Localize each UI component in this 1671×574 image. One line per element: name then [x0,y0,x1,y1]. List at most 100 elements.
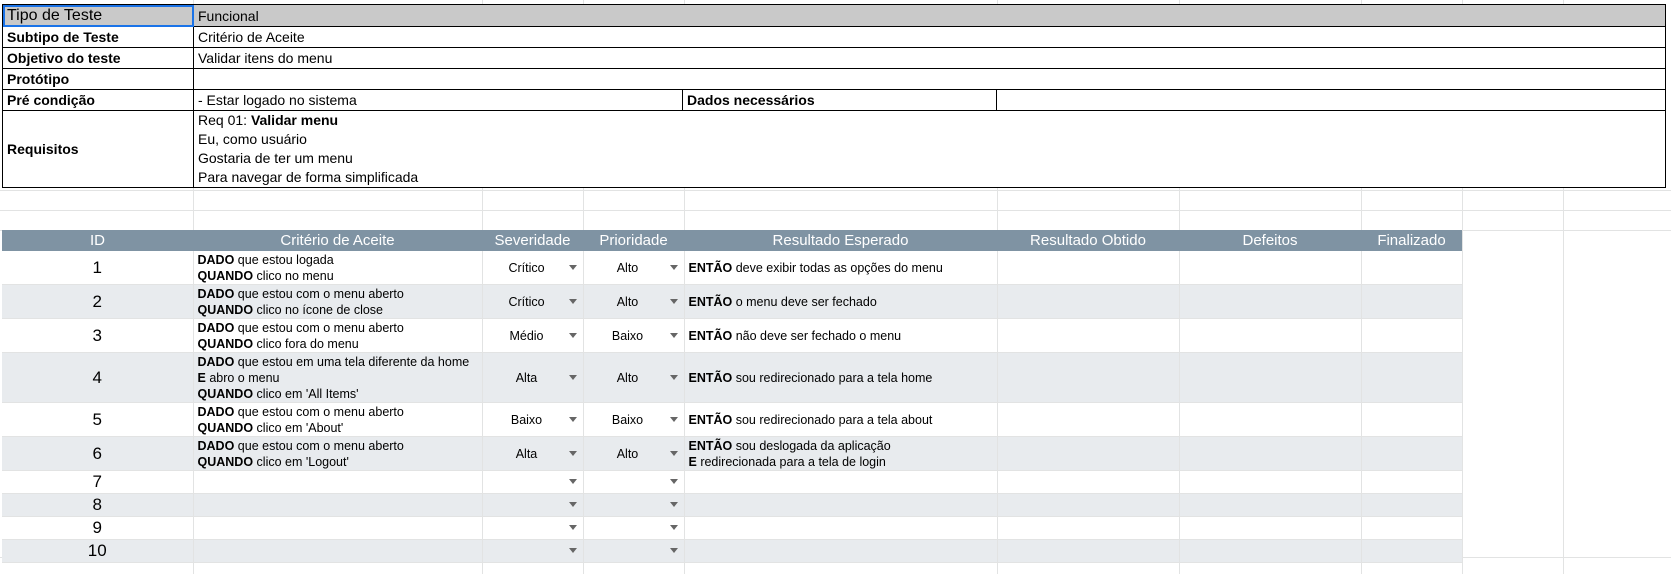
resultado-esperado-cell[interactable] [684,539,998,563]
finalizado-cell[interactable] [1361,539,1463,563]
resultado-esperado-cell[interactable]: ENTÃO o menu deve ser fechado [684,284,998,319]
defeitos-cell[interactable] [1179,352,1362,403]
defeitos-cell[interactable] [1179,539,1362,563]
criterio-cell[interactable] [193,539,483,563]
criterio-cell[interactable]: DADO que estou logada QUANDO clico no men… [193,251,483,285]
defeitos-cell[interactable] [1179,436,1362,471]
severidade-dropdown[interactable]: Baixo [482,402,584,437]
chevron-down-icon[interactable] [669,332,678,338]
chevron-down-icon[interactable] [568,298,577,304]
defeitos-cell[interactable] [1179,251,1362,285]
severidade-dropdown[interactable]: Médio [482,318,584,353]
severidade-dropdown[interactable]: Alta [482,352,584,403]
resultado-obtido-cell[interactable] [997,493,1180,517]
chevron-down-icon[interactable] [669,502,678,507]
subtipo-value-cell[interactable]: Critério de Aceite [193,26,1666,48]
criterio-cell[interactable] [193,493,483,517]
criterio-cell[interactable] [193,470,483,494]
severidade-dropdown[interactable] [482,516,584,540]
chevron-down-icon[interactable] [568,525,577,530]
header-id[interactable]: ID [2,230,193,251]
requisitos-label-cell[interactable]: Requisitos [2,110,194,188]
resultado-obtido-cell[interactable] [997,470,1180,494]
resultado-esperado-cell[interactable]: ENTÃO não deve ser fechado o menu [684,318,998,353]
severidade-dropdown[interactable] [482,539,584,563]
chevron-down-icon[interactable] [669,416,678,422]
resultado-obtido-cell[interactable] [997,318,1180,353]
pre-condicao-value-cell[interactable]: - Estar logado no sistema [193,89,683,111]
finalizado-cell[interactable] [1361,470,1463,494]
criterio-cell[interactable]: DADO que estou em uma tela diferente da … [193,352,483,403]
finalizado-cell[interactable] [1361,284,1463,319]
finalizado-cell[interactable] [1361,516,1463,540]
severidade-dropdown[interactable] [482,470,584,494]
criterio-cell[interactable]: DADO que estou com o menu aberto QUANDO c… [193,284,483,319]
finalizado-cell[interactable] [1361,402,1463,437]
tipo-label-cell[interactable]: Tipo de Teste [2,4,194,27]
id-cell[interactable]: 2 [2,284,194,319]
pre-condicao-label-cell[interactable]: Pré condição [2,89,194,111]
resultado-esperado-cell[interactable] [684,470,998,494]
severidade-dropdown[interactable]: Crítico [482,284,584,319]
header-resultado-esperado[interactable]: Resultado Esperado [684,230,997,251]
prioridade-dropdown[interactable] [583,470,685,494]
tipo-value-cell[interactable]: Funcional [193,4,1666,27]
severidade-dropdown[interactable]: Crítico [482,251,584,285]
chevron-down-icon[interactable] [669,548,678,553]
finalizado-cell[interactable] [1361,318,1463,353]
resultado-obtido-cell[interactable] [997,284,1180,319]
finalizado-cell[interactable] [1361,436,1463,471]
header-finalizado[interactable]: Finalizado [1361,230,1462,251]
criterio-cell[interactable]: DADO que estou com o menu aberto QUANDO c… [193,402,483,437]
prototipo-label-cell[interactable]: Protótipo [2,68,194,90]
id-cell[interactable]: 1 [2,251,194,285]
defeitos-cell[interactable] [1179,284,1362,319]
header-prioridade[interactable]: Prioridade [583,230,684,251]
id-cell[interactable]: 3 [2,318,194,353]
requisitos-value-cell[interactable]: Req 01: Validar menu Eu, como usuário Go… [193,110,1666,188]
severidade-dropdown[interactable] [482,493,584,517]
resultado-esperado-cell[interactable]: ENTÃO deve exibir todas as opções do men… [684,251,998,285]
chevron-down-icon[interactable] [568,332,577,338]
chevron-down-icon[interactable] [669,450,678,456]
prototipo-value-cell[interactable] [193,68,1666,90]
prioridade-dropdown[interactable] [583,493,685,517]
resultado-esperado-cell[interactable]: ENTÃO sou redirecionado para a tela abou… [684,402,998,437]
header-defeitos[interactable]: Defeitos [1179,230,1361,251]
resultado-obtido-cell[interactable] [997,436,1180,471]
prioridade-dropdown[interactable]: Alto [583,251,685,285]
finalizado-cell[interactable] [1361,352,1463,403]
chevron-down-icon[interactable] [568,548,577,553]
objetivo-value-cell[interactable]: Validar itens do menu [193,47,1666,69]
header-criterio[interactable]: Critério de Aceite [193,230,482,251]
defeitos-cell[interactable] [1179,402,1362,437]
chevron-down-icon[interactable] [568,374,577,380]
prioridade-dropdown[interactable]: Alto [583,352,685,403]
chevron-down-icon[interactable] [568,450,577,456]
resultado-esperado-cell[interactable] [684,493,998,517]
id-cell[interactable]: 10 [2,539,194,563]
resultado-obtido-cell[interactable] [997,539,1180,563]
dados-necessarios-value-cell[interactable] [996,89,1666,111]
criterio-cell[interactable] [193,516,483,540]
finalizado-cell[interactable] [1361,493,1463,517]
chevron-down-icon[interactable] [568,416,577,422]
id-cell[interactable]: 6 [2,436,194,471]
defeitos-cell[interactable] [1179,516,1362,540]
prioridade-dropdown[interactable] [583,539,685,563]
chevron-down-icon[interactable] [669,298,678,304]
criterio-cell[interactable]: DADO que estou com o menu aberto QUANDO c… [193,318,483,353]
id-cell[interactable]: 5 [2,402,194,437]
prioridade-dropdown[interactable]: Baixo [583,318,685,353]
id-cell[interactable]: 4 [2,352,194,403]
prioridade-dropdown[interactable]: Alto [583,436,685,471]
chevron-down-icon[interactable] [568,264,577,270]
resultado-esperado-cell[interactable]: ENTÃO sou deslogada da aplicação E redire… [684,436,998,471]
chevron-down-icon[interactable] [669,525,678,530]
dados-necessarios-label-cell[interactable]: Dados necessários [682,89,997,111]
id-cell[interactable]: 7 [2,470,194,494]
resultado-obtido-cell[interactable] [997,352,1180,403]
chevron-down-icon[interactable] [669,479,678,484]
criterio-cell[interactable]: DADO que estou com o menu aberto QUANDO c… [193,436,483,471]
header-severidade[interactable]: Severidade [482,230,583,251]
